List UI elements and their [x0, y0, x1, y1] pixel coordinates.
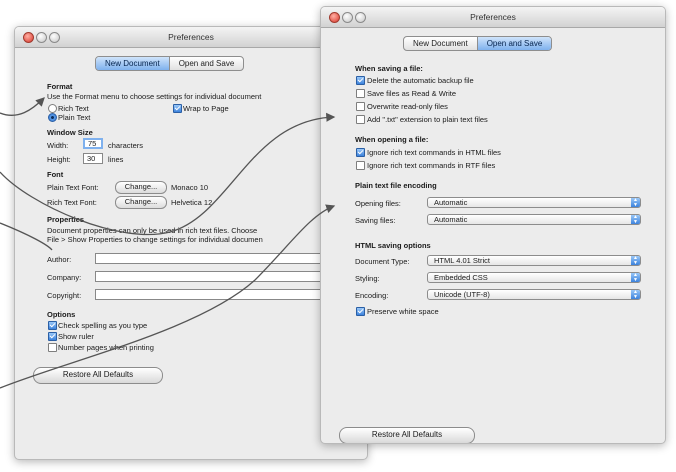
annotation-arrows [0, 97, 336, 389]
arrow-to-opening-options [0, 222, 53, 251]
arrow-to-saving-options [0, 112, 336, 236]
arrow-to-plain-text [0, 97, 45, 116]
